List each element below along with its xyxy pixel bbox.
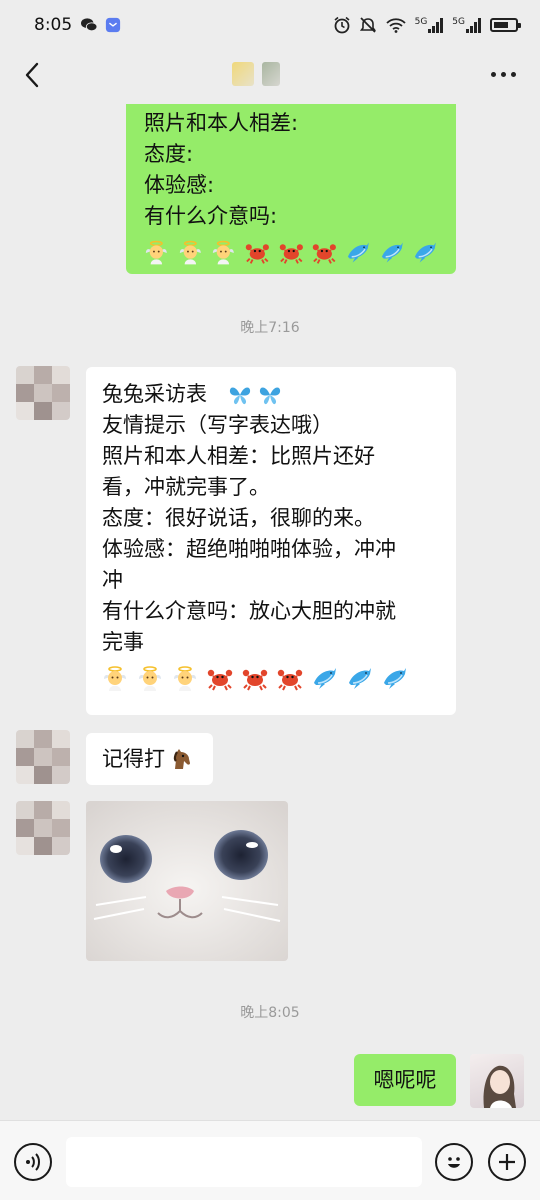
incoming-message-bubble[interactable]: 记得打 xyxy=(86,733,213,785)
more-functions-button[interactable] xyxy=(488,1143,526,1181)
more-options-button[interactable] xyxy=(491,72,516,77)
voice-input-button[interactable] xyxy=(14,1143,52,1181)
outgoing-message-bubble[interactable]: 照片和本人相差: 态度: 体验感: 有什么介意吗: xyxy=(126,104,456,274)
my-avatar[interactable] xyxy=(470,1054,524,1108)
status-bar: 8:05 5G 5G xyxy=(0,0,540,50)
signal-bars-icon xyxy=(428,18,444,33)
blurred-title-block xyxy=(262,62,280,86)
emoji-button[interactable] xyxy=(435,1143,473,1181)
emoji-row xyxy=(144,236,438,267)
voice-icon xyxy=(26,1153,40,1171)
dolphin-emoji-icon xyxy=(381,242,403,262)
dolphin-emoji-icon xyxy=(349,667,371,689)
message-text: 嗯呢呢 xyxy=(373,1067,437,1092)
smiley-icon xyxy=(448,1157,460,1168)
wechat-icon xyxy=(81,18,98,32)
status-right-icons: 5G 5G xyxy=(333,16,521,34)
horse-icon xyxy=(173,749,190,769)
message-text: 记得打 xyxy=(102,746,165,771)
crab-emoji-icon xyxy=(313,243,337,264)
contact-avatar[interactable] xyxy=(16,366,70,420)
cat-face-image xyxy=(86,801,288,961)
dolphin-emoji-icon xyxy=(415,242,437,262)
contact-avatar[interactable] xyxy=(16,730,70,784)
mute-icon xyxy=(359,17,376,33)
contact-avatar[interactable] xyxy=(16,801,70,855)
dolphin-emoji-icon xyxy=(347,242,369,262)
plus-icon xyxy=(499,1154,515,1170)
signal-bars-icon xyxy=(466,18,481,33)
alarm-icon xyxy=(334,16,350,34)
crab-emoji-icon xyxy=(207,669,233,690)
baby-angel-emoji-icon xyxy=(179,240,201,264)
timestamp-separator: 晚上7:16 xyxy=(240,320,300,336)
chat-header xyxy=(0,50,540,104)
status-time: 8:05 xyxy=(34,15,73,35)
timestamp-separator: 晚上8:05 xyxy=(240,1005,300,1021)
crab-emoji-icon xyxy=(277,669,303,690)
signal-5g-1: 5G xyxy=(415,17,445,33)
baby-angel-emoji-icon xyxy=(145,240,167,264)
message-text: 照片和本人相差: 态度: 体验感: 有什么介意吗: xyxy=(144,111,299,228)
emoji-row xyxy=(102,662,440,693)
baby-angel-emoji-icon xyxy=(139,665,161,691)
signal-5g-2: 5G xyxy=(452,17,482,33)
wifi-icon xyxy=(385,18,406,33)
chat-title-blurred xyxy=(232,62,280,86)
chat-input-bar xyxy=(0,1120,540,1200)
dot-icon xyxy=(511,72,516,77)
baby-angel-emoji-icon xyxy=(104,665,126,691)
butterfly-icon xyxy=(229,387,251,405)
profile-photo xyxy=(483,1065,516,1108)
blurred-title-block xyxy=(232,62,254,86)
message-input[interactable] xyxy=(66,1137,422,1187)
crab-emoji-icon xyxy=(242,669,268,690)
back-button[interactable] xyxy=(18,58,46,92)
chevron-left-icon xyxy=(25,62,39,88)
chat-message-list[interactable]: 照片和本人相差: 态度: 体验感: 有什么介意吗: 晚上7:16 兔兔采访表 友… xyxy=(0,104,540,1120)
dot-icon xyxy=(501,72,506,77)
message-text: 兔兔采访表 友情提示（写字表达哦） 照片和本人相差：比照片还好 看，冲就完事了。… xyxy=(102,382,396,654)
dot-icon xyxy=(491,72,496,77)
crab-emoji-icon xyxy=(279,243,303,264)
status-left-icons xyxy=(80,17,122,33)
dolphin-emoji-icon xyxy=(384,667,406,689)
butterfly-emoji-pair xyxy=(228,383,282,407)
battery-icon xyxy=(490,18,521,32)
baby-angel-emoji-icon xyxy=(174,665,196,691)
incoming-message-bubble[interactable]: 兔兔采访表 友情提示（写字表达哦） 照片和本人相差：比照片还好 看，冲就完事了。… xyxy=(86,367,456,715)
cat-sticker-image[interactable] xyxy=(86,801,288,961)
app-notification-icon xyxy=(106,17,121,33)
dolphin-emoji-icon xyxy=(314,667,336,689)
butterfly-icon xyxy=(259,387,281,405)
crab-emoji-icon xyxy=(245,243,269,264)
outgoing-message-bubble[interactable]: 嗯呢呢 xyxy=(354,1054,456,1106)
baby-angel-emoji-icon xyxy=(213,240,235,264)
